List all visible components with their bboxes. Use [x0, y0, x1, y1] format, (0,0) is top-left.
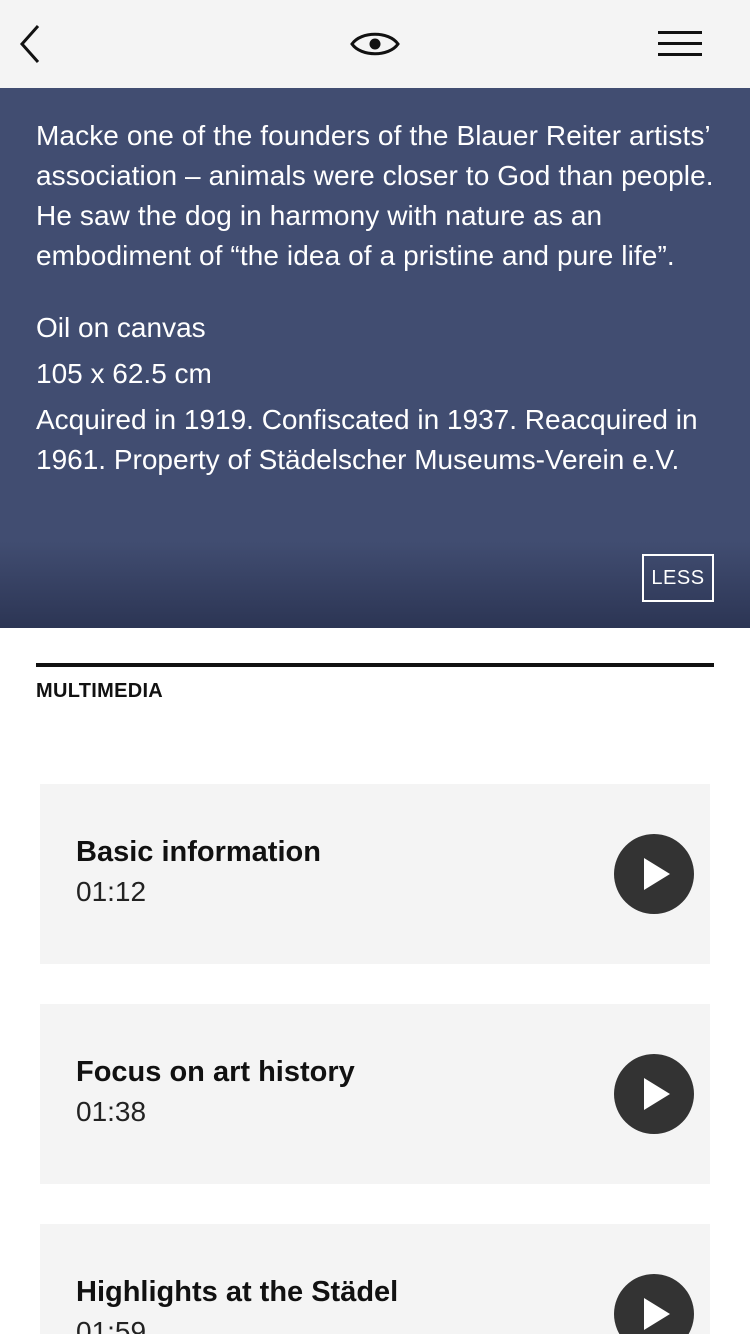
audio-title: Focus on art history [76, 1056, 355, 1088]
play-button[interactable] [614, 1274, 694, 1334]
audio-card[interactable]: Focus on art history 01:38 [40, 1004, 710, 1184]
audio-duration: 01:38 [76, 1096, 147, 1127]
artwork-provenance-line: 1961. Property of Städelscher Museums-Ve… [36, 444, 680, 475]
description-line-partial [36, 88, 726, 116]
artwork-dimensions: 105 x 62.5 cm [36, 358, 212, 389]
description-line: association – animals were closer to God… [36, 160, 714, 191]
play-icon [644, 858, 670, 890]
hamburger-icon [658, 31, 702, 56]
audio-title: Highlights at the Städel [76, 1276, 399, 1308]
play-icon [644, 1078, 670, 1110]
artwork-detail-screen: Macke one of the founders of the Blauer … [0, 0, 750, 1334]
artwork-provenance-line: Acquired in 1919. Confiscated in 1937. R… [36, 404, 698, 435]
artwork-metadata: Oil on canvas 105 x 62.5 cm Acquired in … [36, 308, 726, 480]
section-divider [36, 663, 714, 667]
description-line: He saw the dog in harmony with nature as… [36, 200, 603, 231]
description-line: Macke one of the founders of the Blauer … [36, 120, 711, 151]
audio-card[interactable]: Highlights at the Städel 01:59 [40, 1224, 710, 1334]
view-toggle-button[interactable] [345, 22, 405, 66]
description-line: embodiment of “the idea of a pristine an… [36, 240, 675, 271]
artwork-medium: Oil on canvas [36, 312, 206, 343]
less-button[interactable]: LESS [642, 554, 714, 602]
audio-title: Basic information [76, 836, 321, 868]
artwork-description-panel: Macke one of the founders of the Blauer … [0, 88, 750, 628]
audio-card[interactable]: Basic information 01:12 [40, 784, 710, 964]
top-nav-bar [0, 0, 750, 88]
eye-icon [350, 32, 400, 56]
description-text: Macke one of the founders of the Blauer … [36, 88, 726, 276]
multimedia-section-title: MULTIMEDIA [36, 680, 164, 702]
play-icon [644, 1298, 670, 1330]
chevron-left-icon [19, 25, 40, 63]
audio-duration: 01:59 [76, 1316, 147, 1334]
play-button[interactable] [614, 1054, 694, 1134]
audio-duration: 01:12 [76, 876, 147, 907]
menu-button[interactable] [650, 24, 710, 64]
back-button[interactable] [8, 18, 52, 70]
play-button[interactable] [614, 834, 694, 914]
